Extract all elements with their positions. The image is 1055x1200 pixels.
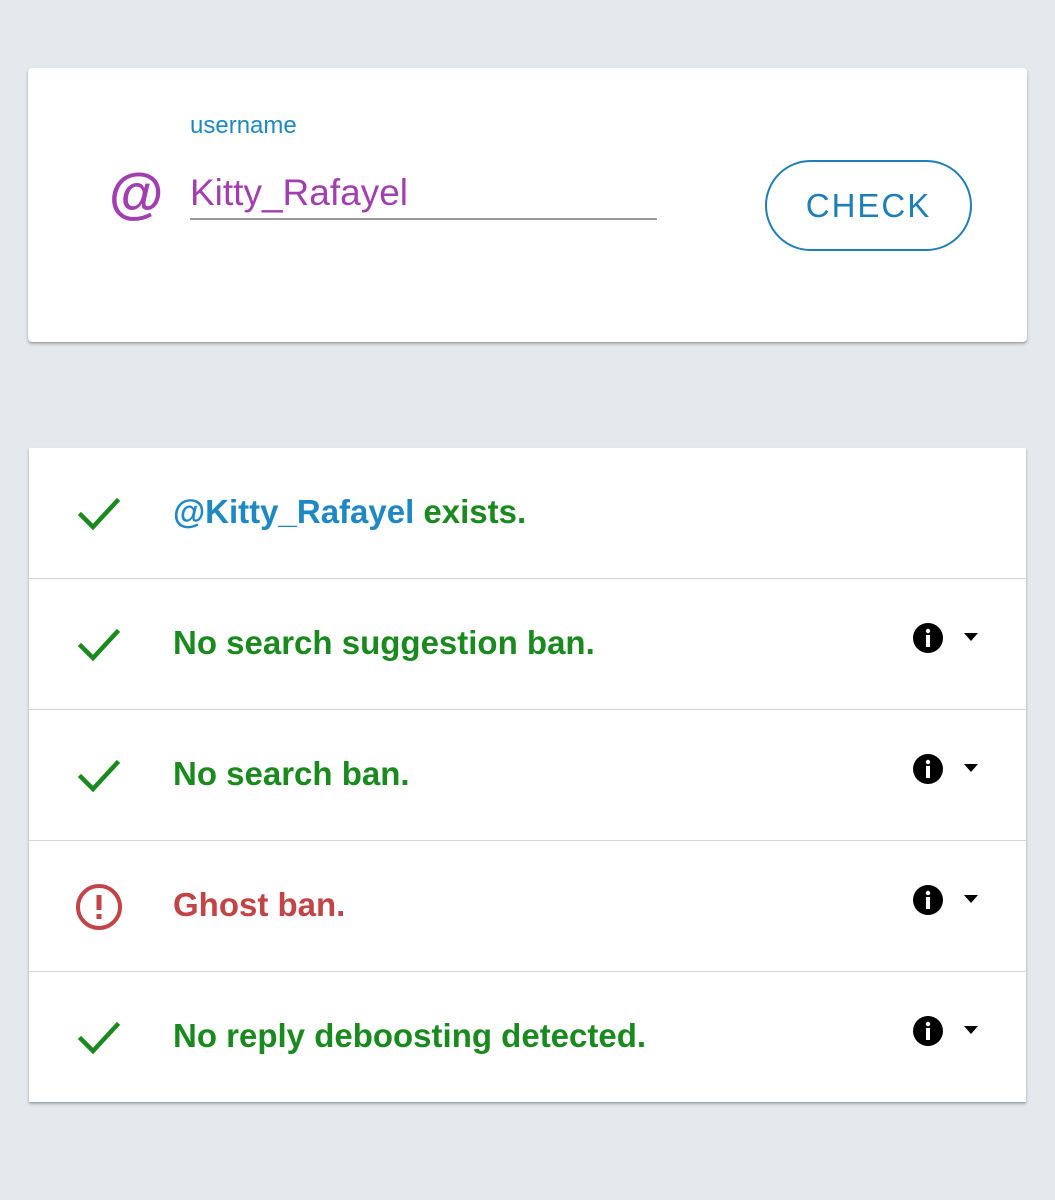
result-row-search-suggestion-ban: No search suggestion ban. [29, 578, 1026, 709]
search-card: @ username CHECK [28, 68, 1027, 342]
result-text-suffix: exists. [414, 493, 527, 530]
results-list: @Kitty_Rafayel exists. No search suggest… [29, 448, 1026, 1102]
at-icon: @ [108, 162, 163, 225]
chevron-down-icon[interactable] [962, 1024, 980, 1036]
result-text: Ghost ban. [173, 886, 346, 923]
result-text: No search ban. [173, 755, 410, 792]
check-icon [77, 759, 121, 793]
username-link[interactable]: @Kitty_Rafayel [173, 493, 414, 530]
alert-circle-icon [76, 884, 122, 930]
check-button[interactable]: CHECK [765, 160, 972, 251]
chevron-down-icon[interactable] [962, 631, 980, 643]
result-row-search-ban: No search ban. [29, 709, 1026, 840]
check-icon [77, 497, 121, 531]
username-label: username [190, 112, 297, 139]
result-text: @Kitty_Rafayel exists. [173, 492, 526, 532]
result-text: No reply deboosting detected. [173, 1017, 647, 1054]
chevron-down-icon[interactable] [962, 762, 980, 774]
info-icon[interactable] [912, 753, 944, 785]
chevron-down-icon[interactable] [962, 893, 980, 905]
result-text: No search suggestion ban. [173, 624, 595, 661]
info-icon[interactable] [912, 884, 944, 916]
result-row-ghost-ban: Ghost ban. [29, 840, 1026, 971]
info-icon[interactable] [912, 1015, 944, 1047]
check-icon [77, 628, 121, 662]
info-icon[interactable] [912, 622, 944, 654]
check-icon [77, 1021, 121, 1055]
result-row-reply-deboosting: No reply deboosting detected. [29, 971, 1026, 1102]
result-row-exists: @Kitty_Rafayel exists. [29, 448, 1026, 578]
username-input[interactable] [190, 168, 657, 220]
